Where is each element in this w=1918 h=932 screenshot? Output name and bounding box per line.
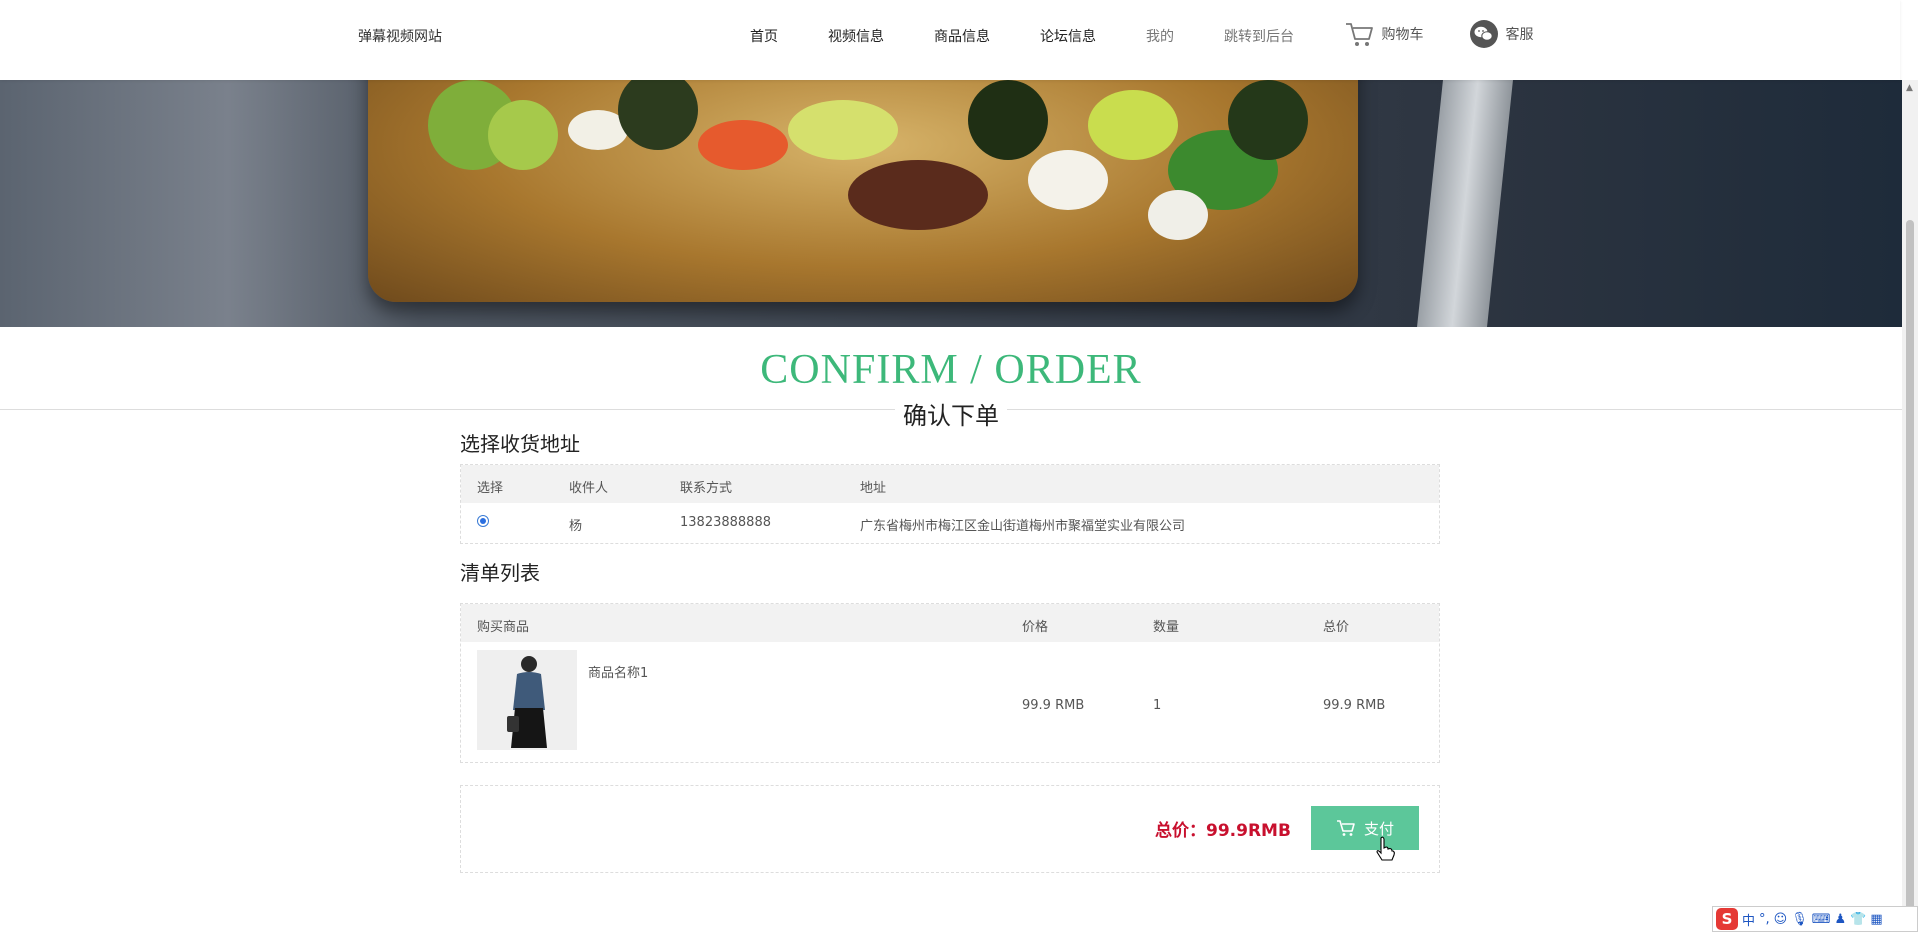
ime-mode[interactable]: 中 [1742, 910, 1755, 929]
microphone-icon[interactable]: 🎙 [1791, 912, 1808, 927]
ime-toolbar[interactable]: S 中 °, ☺ 🎙 ⌨ ♟ 👕 ▦ [1712, 906, 1918, 932]
skin-icon[interactable]: 👕 [1850, 912, 1866, 927]
knife-decor [1417, 80, 1513, 327]
vertical-scrollbar[interactable]: ▲ [1902, 80, 1918, 932]
phone-cell: 13823888888 [680, 515, 771, 530]
page-title-en: CONFIRM / ORDER [760, 347, 1142, 393]
cart-item-row: 商品名称1 99.9 RMB 1 99.9 RMB [461, 642, 1439, 762]
cart-section-title: 清单列表 [460, 561, 540, 585]
product-thumbnail[interactable] [477, 650, 577, 750]
col-qty: 数量 [1153, 620, 1180, 635]
address-table: 选择 收件人 联系方式 地址 杨 13823888888 广东省梅州市梅江区金山… [460, 464, 1440, 544]
product-price: 99.9 RMB [1022, 698, 1085, 713]
page-title-cn-wrap: 确认下单 [0, 396, 1902, 431]
address-table-header: 选择 收件人 联系方式 地址 [461, 465, 1439, 503]
total-price: 总价：99.9RMB [1155, 821, 1291, 841]
product-subtotal: 99.9 RMB [1323, 698, 1386, 713]
punctuation-icon[interactable]: °, [1759, 912, 1770, 927]
site-title[interactable]: 弹幕视频网站 [358, 26, 442, 46]
scroll-up-icon[interactable]: ▲ [1906, 83, 1913, 93]
nav-mine[interactable]: 我的 [1146, 26, 1174, 46]
address-radio[interactable] [477, 515, 489, 527]
scroll-thumb[interactable] [1906, 220, 1914, 920]
nav-cart[interactable]: 购物车 [1344, 20, 1423, 48]
col-subtotal: 总价 [1323, 620, 1350, 635]
address-cell: 广东省梅州市梅江区金山街道梅州市聚福堂实业有限公司 [860, 519, 1186, 534]
product-name[interactable]: 商品名称1 [588, 662, 648, 681]
address-section-title: 选择收货地址 [460, 432, 580, 456]
hero-banner [0, 80, 1902, 327]
hand-cursor-icon [1376, 836, 1395, 861]
nav-home[interactable]: 首页 [750, 26, 778, 46]
order-summary: 总价：99.9RMB 支付 [460, 785, 1440, 873]
col-phone: 联系方式 [680, 481, 733, 496]
user-icon[interactable]: ♟ [1835, 912, 1847, 927]
sogou-logo-icon[interactable]: S [1716, 908, 1738, 930]
emoji-icon[interactable]: ☺ [1774, 912, 1788, 927]
nav-customer-service[interactable]: 客服 [1470, 20, 1533, 48]
cart-table-header: 购买商品 价格 数量 总价 [461, 604, 1439, 642]
col-recipient: 收件人 [569, 481, 609, 496]
toast-image [368, 80, 1358, 302]
nav-forum-info[interactable]: 论坛信息 [1040, 26, 1096, 46]
cart-icon [1346, 23, 1373, 46]
nav-admin[interactable]: 跳转到后台 [1224, 26, 1294, 46]
service-label: 客服 [1505, 27, 1534, 43]
product-qty: 1 [1153, 698, 1162, 713]
page-title-cn: 确认下单 [895, 402, 1007, 430]
wechat-icon [1470, 20, 1498, 48]
pay-button[interactable]: 支付 [1311, 806, 1419, 850]
keyboard-icon[interactable]: ⌨ [1812, 912, 1831, 927]
recipient-cell: 杨 [569, 519, 583, 534]
cart-table: 购买商品 价格 数量 总价 商品名称1 99.9 RMB 1 99.9 RMB [460, 603, 1440, 763]
address-row[interactable]: 杨 13823888888 广东省梅州市梅江区金山街道梅州市聚福堂实业有限公司 [461, 503, 1439, 543]
cart-label: 购物车 [1381, 27, 1424, 43]
top-navbar: 弹幕视频网站 首页 视频信息 商品信息 论坛信息 我的 跳转到后台 购物车 客服 [0, 0, 1900, 80]
nav-product-info[interactable]: 商品信息 [934, 26, 990, 46]
col-price: 价格 [1022, 620, 1049, 635]
nav-video-info[interactable]: 视频信息 [828, 26, 884, 46]
cart-icon [1336, 820, 1355, 836]
col-product: 购买商品 [477, 620, 530, 635]
col-select: 选择 [477, 481, 504, 496]
col-address: 地址 [860, 481, 887, 496]
grid-icon[interactable]: ▦ [1870, 912, 1882, 927]
